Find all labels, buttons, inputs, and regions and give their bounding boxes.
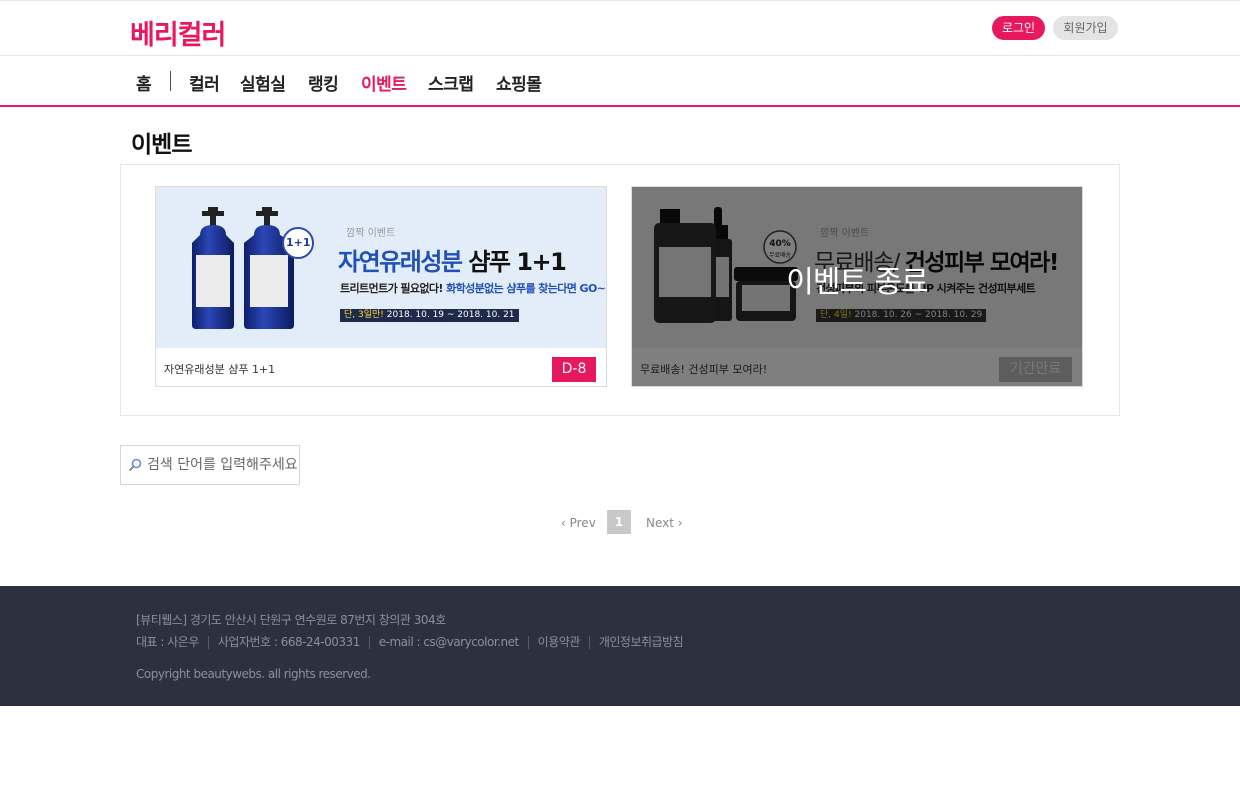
event-list: 1+1 깜짝 이벤트 자연유래성분 샴푸 1+1 트리트먼트가 필요없다! 화학… [120, 164, 1120, 416]
nav-divider [170, 71, 171, 91]
nav-item-ranking[interactable]: 랭킹 [308, 70, 339, 95]
event-ended-overlay: 이벤트 종료 [632, 187, 1082, 386]
footer-info: 대표 : 사은우 사업자번호 : 668-24-00331 e-mail : c… [136, 636, 692, 649]
search-box [120, 445, 300, 485]
page-title: 이벤트 [131, 132, 192, 158]
event-card[interactable]: 1+1 깜짝 이벤트 자연유래성분 샴푸 1+1 트리트먼트가 필요없다! 화학… [155, 186, 607, 387]
footer-terms-link[interactable]: 이용약관 [527, 636, 589, 649]
footer-business-number: 사업자번호 : 668-24-00331 [207, 636, 369, 649]
pagination-next[interactable]: Next › [646, 516, 683, 530]
footer: [뷰티웹스] 경기도 안산시 단원구 연수원로 87번지 창의관 304호 대표… [0, 586, 1240, 706]
footer-privacy-link[interactable]: 개인정보취급방침 [588, 636, 692, 649]
search-input[interactable] [147, 452, 297, 478]
footer-email[interactable]: e-mail : cs@varycolor.net [368, 636, 528, 649]
footer-address: [뷰티웹스] 경기도 안산시 단원구 연수원로 87번지 창의관 304호 [136, 613, 446, 627]
nav-item-color[interactable]: 컬러 [189, 70, 220, 95]
footer-ceo: 대표 : 사은우 [136, 635, 199, 649]
login-button[interactable]: 로그인 [992, 16, 1045, 40]
banner-tag: 깜짝 이벤트 [346, 228, 396, 239]
nav-item-scrap[interactable]: 스크랩 [428, 70, 474, 95]
pagination-prev[interactable]: ‹ Prev [561, 516, 596, 530]
banner-subtext: 트리트먼트가 필요없다! 화학성분없는 샴푸를 찾는다면 GO~ [340, 282, 606, 295]
nav-item-shop[interactable]: 쇼핑몰 [496, 70, 542, 95]
nav-item-home[interactable]: 홈 [136, 70, 152, 95]
top-header: 베리컬러 로그인 회원가입 [0, 0, 1240, 56]
footer-copyright: Copyright beautywebs. all rights reserve… [136, 667, 371, 681]
nav-item-lab[interactable]: 실험실 [240, 70, 286, 95]
pagination-page-1[interactable]: 1 [607, 510, 631, 534]
banner-badge: 1+1 [286, 236, 311, 249]
search-icon [128, 458, 142, 472]
site-logo[interactable]: 베리컬러 [130, 13, 226, 52]
event-card-footer: 자연유래성분 샴푸 1+1 D-8 [156, 348, 606, 386]
banner-headline: 자연유래성분 샴푸 1+1 [338, 248, 567, 276]
event-name[interactable]: 자연유래성분 샴푸 1+1 [164, 361, 275, 377]
event-ended-text: 이벤트 종료 [786, 265, 929, 300]
nav-item-event[interactable]: 이벤트 [361, 70, 407, 95]
signup-button[interactable]: 회원가입 [1053, 16, 1118, 40]
banner-date: 단, 3일만! 2018. 10. 19 ~ 2018. 10. 21 [340, 309, 519, 322]
event-card[interactable]: 40% 무료배송 깜짝 이벤트 무료배송/ 건성피부 모여라! 건성피부의 피부… [631, 186, 1083, 387]
dday-badge: D-8 [552, 357, 596, 382]
main-nav: 홈 컬러 실험실 랭킹 이벤트 스크랩 쇼핑몰 [0, 56, 1240, 107]
event-banner[interactable]: 1+1 깜짝 이벤트 자연유래성분 샴푸 1+1 트리트먼트가 필요없다! 화학… [156, 187, 606, 348]
